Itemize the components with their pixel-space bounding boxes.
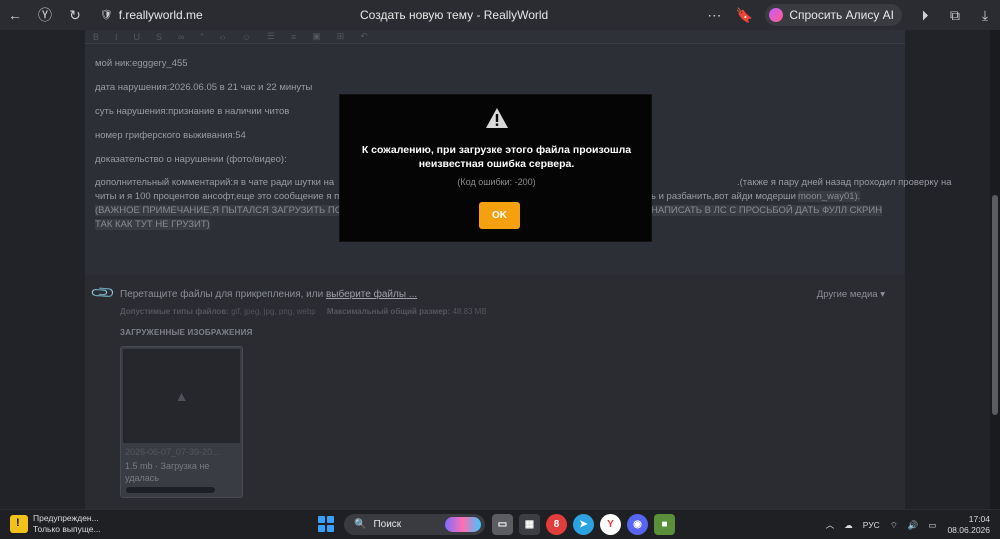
drop-text: Перетащите файлы для прикрепления, или bbox=[120, 289, 324, 300]
notification-title: Предупрежден... bbox=[33, 513, 99, 523]
minecraft-icon[interactable]: ■ bbox=[654, 514, 675, 535]
allowed-types-value: gif, jpeg, jpg, png, webp bbox=[231, 307, 316, 316]
task-view-icon[interactable]: ▭ bbox=[492, 514, 513, 535]
browser-toolbar: ← Ⓨ ↻ 🛡 f.reallyworld.me Создать новую т… bbox=[0, 0, 1000, 30]
clock-date: 08.06.2026 bbox=[947, 525, 990, 535]
moder-id: moon_way01). bbox=[798, 191, 861, 202]
extensions-icon[interactable]: ⧉ bbox=[940, 0, 970, 30]
upload-progress-bar bbox=[126, 487, 215, 493]
windows-start-icon[interactable] bbox=[318, 516, 334, 532]
media-icon[interactable]: ⏵ bbox=[910, 0, 940, 30]
site-info-icon[interactable]: 🛡 bbox=[100, 10, 113, 21]
reload-icon[interactable]: ↻ bbox=[60, 0, 90, 30]
bookmark-icon[interactable]: 🔖 bbox=[729, 0, 759, 30]
ask-alice-button[interactable]: Спросить Алису AI bbox=[765, 4, 902, 26]
editor-line: НАПИСАТЬ В ЛС С ПРОСЬБОЙ ДАТЬ ФУЛЛ СКРИН bbox=[651, 205, 883, 216]
discord-icon[interactable]: ◉ bbox=[627, 514, 648, 535]
uploaded-heading: ЗАГРУЖЕННЫЕ ИЗОБРАЖЕНИЯ bbox=[120, 328, 253, 337]
volume-icon[interactable]: 🔊 bbox=[908, 520, 919, 531]
editor-line: номер гриферского выживания:54 bbox=[95, 130, 246, 141]
editor-toolbar: B I U S ∞ " ‹› ☺ ☰ ≡ ▣ ⊞ ↶ bbox=[85, 30, 905, 44]
download-icon[interactable]: ⤓ bbox=[970, 0, 1000, 30]
warning-icon: ▲ bbox=[123, 349, 240, 443]
strike-icon[interactable]: S bbox=[156, 32, 162, 42]
uploaded-file-card[interactable]: ▲ 2026-06-07_07-39-20... 1.5 mb · Загруз… bbox=[120, 346, 243, 498]
warning-icon bbox=[10, 515, 28, 533]
editor-line: доказательство о нарушении (фото/видео): bbox=[95, 154, 287, 165]
editor-line: суть нарушения:признание в наличии читов bbox=[95, 106, 290, 117]
undo-icon[interactable]: ↶ bbox=[360, 31, 368, 42]
paperclip-icon: 📎 bbox=[90, 280, 117, 307]
error-message: К сожалению, при загрузке этого файла пр… bbox=[361, 144, 632, 170]
table-icon[interactable]: ⊞ bbox=[337, 31, 345, 42]
attachments-area: 📎 Перетащите файлы для прикрепления, или… bbox=[85, 276, 905, 509]
more-icon[interactable]: ⋯ bbox=[699, 0, 729, 30]
network-icon[interactable]: ☁ bbox=[844, 520, 853, 531]
error-code: (Код ошибки: -200) bbox=[457, 177, 536, 187]
other-media-dropdown[interactable]: Другие медиа ▾ bbox=[817, 289, 885, 300]
italic-icon[interactable]: I bbox=[115, 32, 118, 42]
store-icon[interactable]: ▦ bbox=[519, 514, 540, 535]
underline-icon[interactable]: U bbox=[134, 32, 141, 42]
wifi-icon[interactable]: ⌔ bbox=[890, 520, 898, 531]
file-status: 1.5 mb · Загрузка не удалась bbox=[125, 461, 210, 483]
notification-subtitle: Только выпуще... bbox=[33, 524, 101, 534]
bold-icon[interactable]: B bbox=[93, 32, 99, 42]
allowed-types-label: Допустимые типы файлов: bbox=[120, 307, 230, 316]
taskbar-search[interactable]: 🔍 Поиск bbox=[344, 514, 485, 535]
file-name: 2026-06-07_07-39-20... bbox=[125, 447, 220, 457]
editor-line: дополнительный комментарий:я в чате ради… bbox=[95, 177, 335, 188]
yandex-browser-icon[interactable]: Y bbox=[600, 514, 621, 535]
editor-line: читы и я 100 процентов ансофт,еще это со… bbox=[95, 191, 340, 202]
chevron-up-icon[interactable]: ︿ bbox=[826, 519, 835, 531]
telegram-icon[interactable]: ➤ bbox=[573, 514, 594, 535]
image-icon[interactable]: ▣ bbox=[312, 31, 321, 42]
editor-line: (ВАЖНОЕ ПРИМЕЧАНИЕ,Я ПЫТАЛСЯ ЗАГРУЗИТЬ П… bbox=[95, 205, 349, 216]
address-bar[interactable]: 🛡 f.reallyworld.me bbox=[94, 4, 209, 26]
error-dialog: К сожалению, при загрузке этого файла пр… bbox=[339, 94, 652, 242]
editor-line: дата нарушения:2026.06.05 в 21 час и 22 … bbox=[95, 82, 313, 93]
list-icon[interactable]: ☰ bbox=[267, 31, 275, 42]
ok-button[interactable]: OK bbox=[479, 202, 520, 229]
editor-line: мой ник:egggery_455 bbox=[95, 58, 188, 69]
search-highlight-icon bbox=[445, 517, 481, 532]
warning-icon bbox=[486, 108, 508, 128]
url-text: f.reallyworld.me bbox=[118, 8, 203, 22]
editor-line: ТАК КАК ТУТ НЕ ГРУЗИТ) bbox=[95, 219, 210, 230]
smile-icon[interactable]: ☺ bbox=[242, 32, 251, 42]
scrollbar[interactable] bbox=[990, 30, 1000, 509]
link-icon[interactable]: ∞ bbox=[178, 32, 184, 42]
alice-icon bbox=[769, 8, 784, 22]
allowed-types: Допустимые типы файлов: gif, jpeg, jpg, … bbox=[120, 307, 487, 316]
editor-line: .(также я пару дней назад проходил прове… bbox=[737, 177, 952, 188]
app-icon[interactable]: 8 bbox=[546, 514, 567, 535]
clock-time: 17:04 bbox=[968, 514, 990, 524]
screen: ← Ⓨ ↻ 🛡 f.reallyworld.me Создать новую т… bbox=[0, 0, 1000, 539]
search-label: Поиск bbox=[373, 519, 402, 530]
notification-widget[interactable]: Предупрежден... Только выпуще... bbox=[10, 513, 101, 535]
scrollbar-thumb[interactable] bbox=[992, 195, 998, 415]
back-icon[interactable]: ← bbox=[0, 0, 30, 30]
max-size-label: Максимальный общий размер: bbox=[326, 307, 451, 316]
language-indicator[interactable]: РУС bbox=[863, 520, 880, 530]
editor-line: ь и разбанить,вот айди модерши bbox=[651, 191, 796, 202]
code-icon[interactable]: ‹› bbox=[220, 32, 226, 42]
system-tray: ︿ ☁ РУС ⌔ 🔊 ▭ 17:04 08.06.2026 bbox=[821, 510, 1000, 539]
choose-files-link[interactable]: выберите файлы ... bbox=[326, 289, 417, 300]
taskbar: Предупрежден... Только выпуще... 🔍 Поиск… bbox=[0, 509, 1000, 539]
ask-alice-label: Спросить Алису AI bbox=[789, 8, 894, 22]
drop-zone[interactable]: Перетащите файлы для прикрепления, или в… bbox=[120, 289, 417, 300]
align-icon[interactable]: ≡ bbox=[291, 32, 296, 42]
clock[interactable]: 17:04 08.06.2026 bbox=[947, 514, 990, 536]
yandex-icon[interactable]: Ⓨ bbox=[30, 0, 60, 30]
search-icon: 🔍 bbox=[354, 519, 367, 530]
page-title: Создать новую тему - ReallyWorld bbox=[360, 8, 549, 22]
quote-icon[interactable]: " bbox=[200, 32, 203, 42]
battery-icon[interactable]: ▭ bbox=[928, 520, 936, 531]
max-size-value: 48.83 MB bbox=[452, 307, 487, 316]
